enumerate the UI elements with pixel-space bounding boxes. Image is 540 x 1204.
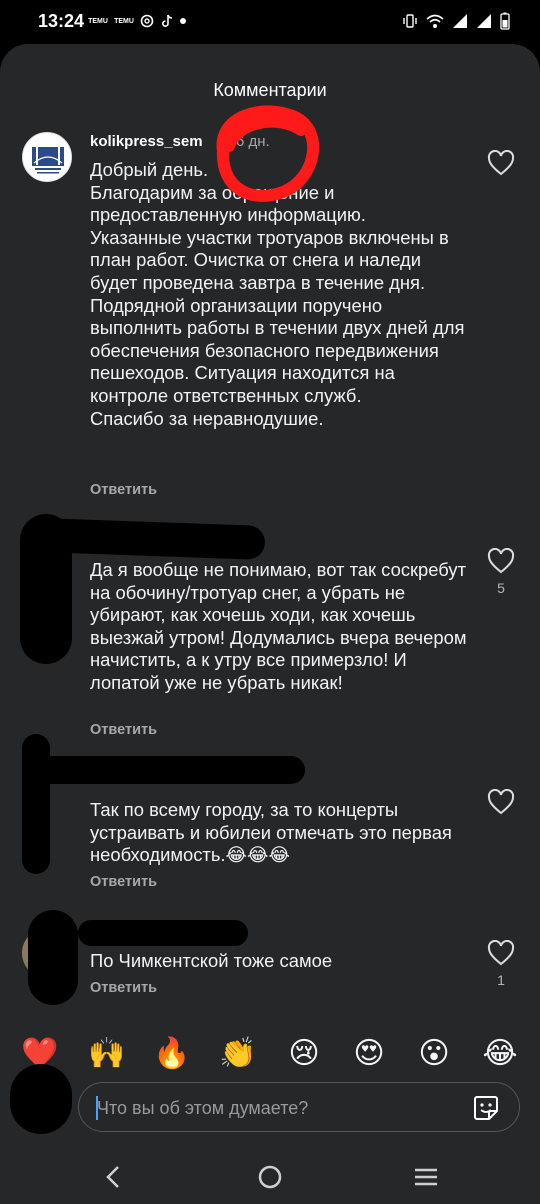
redaction-mark	[78, 920, 248, 946]
redaction-mark	[10, 1064, 72, 1134]
system-nav-bar	[0, 1148, 540, 1204]
reaction-raised-hands[interactable]: 🙌	[87, 1034, 127, 1074]
reply-button[interactable]: Ответить	[90, 980, 157, 996]
comment-input[interactable]	[97, 1096, 457, 1120]
battery-icon	[500, 12, 510, 30]
temu-icon: TEMU	[114, 17, 134, 25]
vibrate-icon	[403, 14, 417, 28]
reaction-laugh[interactable]: 😂	[480, 1034, 520, 1074]
heart-icon[interactable]	[487, 548, 515, 574]
like-count: 5	[497, 580, 505, 596]
avatar[interactable]	[22, 132, 72, 182]
redaction-mark	[39, 518, 266, 560]
comment-composer	[78, 1082, 520, 1132]
comment-text: Так по всему городу, за то концерты устр…	[90, 799, 458, 866]
reaction-crying[interactable]: 😢	[284, 1034, 324, 1074]
heart-icon[interactable]	[487, 789, 515, 815]
notification-dot	[180, 18, 186, 24]
comment-username[interactable]: kolikpress_sem	[90, 133, 203, 150]
reply-button[interactable]: Ответить	[90, 722, 157, 738]
temu-icon: TEMU	[88, 17, 108, 25]
signal-icon	[477, 14, 491, 28]
redaction-mark	[30, 756, 305, 784]
red-annotation-circle	[216, 105, 319, 202]
reply-button[interactable]: Ответить	[90, 874, 157, 890]
reaction-clap[interactable]: 👏	[218, 1034, 258, 1074]
threads-icon	[140, 14, 154, 28]
reaction-fire[interactable]: 🔥	[152, 1034, 192, 1074]
home-icon[interactable]	[255, 1162, 285, 1192]
heart-icon[interactable]	[487, 150, 515, 176]
reaction-heart-eyes[interactable]: 😍	[349, 1034, 389, 1074]
status-time: 13:24	[38, 11, 85, 31]
tiktok-icon	[162, 14, 173, 27]
recents-icon[interactable]	[411, 1162, 441, 1192]
comments-sheet: Комментарии kolikpress_sem 6 дн. Добрый …	[0, 44, 540, 1148]
reply-button[interactable]: Ответить	[90, 482, 157, 498]
redaction-mark	[22, 734, 50, 874]
back-icon[interactable]	[99, 1162, 129, 1192]
bridge-logo-icon	[24, 134, 71, 181]
redaction-mark	[28, 910, 78, 1005]
status-notification-icons: TEMU TEMU	[88, 14, 186, 28]
wifi-icon	[426, 14, 444, 28]
signal-icon	[453, 14, 467, 28]
sticker-icon[interactable]	[471, 1093, 501, 1123]
status-system-icons	[402, 12, 510, 30]
like-count: 1	[497, 972, 505, 988]
status-bar: 13:24 TEMU TEMU	[0, 0, 540, 44]
reaction-wow[interactable]: 😮	[414, 1034, 454, 1074]
heart-icon[interactable]	[487, 940, 515, 966]
quick-reactions: ❤️ 🙌 🔥 👏 😢 😍 😮 😂	[0, 1034, 540, 1084]
comment-text: Да я вообще не понимаю, вот так соскребу…	[90, 559, 472, 693]
comment-text: По Чимкентской тоже самое	[90, 950, 333, 971]
